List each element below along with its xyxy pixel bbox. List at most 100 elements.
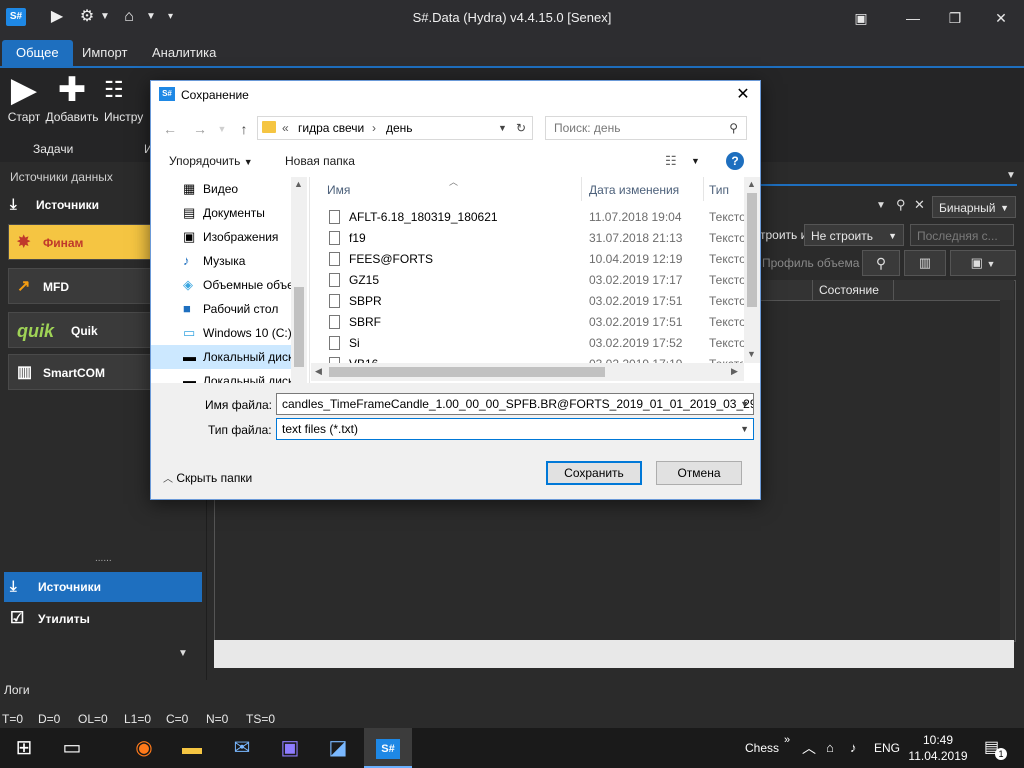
save-dropdown-button[interactable]: ▣ ▼	[950, 250, 1016, 276]
nav-scrollbar[interactable]: ▲	[291, 177, 307, 383]
scroll-left-icon[interactable]: ◀	[315, 366, 322, 377]
logs-label[interactable]: Логи	[4, 683, 30, 697]
firefox-icon[interactable]: ◉	[120, 728, 168, 768]
file-row[interactable]: SBPR 03.02.2019 17:51 Тексто	[323, 291, 746, 312]
chevron-down-icon[interactable]: ▼	[1006, 170, 1016, 181]
grid-scrollbar[interactable]	[1000, 300, 1014, 640]
file-list-hscrollbar[interactable]: ◀ ▶	[311, 363, 744, 381]
chevron-down-icon[interactable]: ▼	[178, 648, 188, 659]
column-state[interactable]: Состояние	[812, 280, 894, 300]
chevron-down-icon[interactable]: ▼	[691, 151, 700, 171]
app-icon[interactable]: ◪	[314, 728, 362, 768]
nav-item-documents[interactable]: ▤ Документы	[151, 201, 291, 225]
address-bar[interactable]: « гидра свечи › день ▼ ↻	[257, 116, 533, 140]
search-input[interactable]: Поиск: день ⚲	[545, 116, 747, 140]
back-arrow-icon[interactable]: ←	[159, 119, 181, 139]
tab-general[interactable]: Общее	[2, 40, 73, 66]
breadcrumb-part-1[interactable]: гидра свечи	[298, 117, 364, 139]
task-view-icon[interactable]: ▭	[48, 728, 96, 768]
tab-import[interactable]: Импорт	[68, 40, 141, 66]
nav-item-desktop[interactable]: ■ Рабочий стол	[151, 297, 291, 321]
chevron-down-icon[interactable]: ▼	[146, 8, 156, 26]
scroll-right-icon[interactable]: ▶	[731, 366, 738, 377]
minimize-button[interactable]: —	[898, 6, 928, 30]
home-help-icon[interactable]: ⌂	[118, 6, 140, 28]
nav-item-video[interactable]: ▦ Видео	[151, 177, 291, 201]
thunderbird-icon[interactable]: ✉	[218, 728, 266, 768]
file-list[interactable]: Имя ︿ Дата изменения Тип AFLT-6.18_18031…	[311, 177, 760, 383]
file-row[interactable]: SBRF 03.02.2019 17:51 Тексто	[323, 312, 746, 333]
chart-bars-icon[interactable]: ▥	[904, 250, 946, 276]
navigation-pane[interactable]: ▦ Видео ▤ Документы ▣ Изображения ♪ Музыка ◈…	[151, 177, 310, 383]
floppy-icon[interactable]: ▣	[266, 728, 314, 768]
build-from-select[interactable]: Не строить ▼	[804, 224, 904, 246]
breadcrumb-part-2[interactable]: день	[386, 117, 413, 139]
tray-chess[interactable]: Chess	[745, 728, 779, 768]
scroll-down-icon[interactable]: ▼	[747, 349, 756, 359]
pin-icon[interactable]: ▣	[846, 6, 876, 30]
file-row[interactable]: AFLT-6.18_180319_180621 11.07.2018 19:04 Т…	[323, 207, 746, 228]
chevron-down-icon[interactable]: ▼	[211, 119, 233, 139]
chevron-down-icon[interactable]: ▼	[498, 117, 507, 139]
restore-button[interactable]: ❐	[940, 6, 970, 30]
nav-item-3d-objects[interactable]: ◈ Объемные объекты	[151, 273, 291, 297]
nav-item-local-disk-2[interactable]: ▬ Локальный диск	[151, 369, 291, 383]
file-row[interactable]: Si 03.02.2019 17:52 Тексто	[323, 333, 746, 354]
chevrons-icon[interactable]: »	[784, 728, 790, 768]
save-button[interactable]: Сохранить	[546, 461, 642, 485]
file-list-vscrollbar[interactable]: ▲ ▼	[744, 177, 760, 363]
sidebar-nav-sources[interactable]: ⤓ Источники	[4, 572, 202, 602]
nav-item-music[interactable]: ♪ Музыка	[151, 249, 291, 273]
file-row[interactable]: GZ15 03.02.2019 17:17 Тексто	[323, 270, 746, 291]
dialog-close-button[interactable]: ✕	[731, 85, 755, 105]
gear-icon[interactable]: ⚙	[76, 6, 98, 28]
sidebar-nav-utilities[interactable]: ☑ Утилиты	[4, 604, 202, 634]
file-list-hscroll-thumb[interactable]	[329, 367, 605, 377]
column-date[interactable]: Дата изменения	[589, 183, 679, 197]
add-button[interactable]: ✚ Добавить	[44, 70, 100, 124]
scroll-up-icon[interactable]: ▲	[294, 179, 303, 189]
hydra-taskbar-button[interactable]: S#	[364, 728, 412, 768]
play-icon[interactable]: ▶	[46, 6, 68, 28]
filetype-select[interactable]: text files (*.txt) ▼	[276, 418, 754, 440]
last-select[interactable]: Последняя с...	[910, 224, 1014, 246]
nav-item-drive-c[interactable]: ▭ Windows 10 (C:)	[151, 321, 291, 345]
new-folder-button[interactable]: Новая папка	[285, 151, 355, 171]
sidebar-grip[interactable]: ......	[95, 553, 112, 564]
tab-analytics[interactable]: Аналитика	[138, 40, 230, 66]
file-row[interactable]: FEES@FORTS 10.04.2019 12:19 Тексто	[323, 249, 746, 270]
file-row[interactable]: VB16 03.02.2019 17:19 Тексто	[323, 354, 743, 363]
nav-scroll-thumb[interactable]	[294, 287, 304, 367]
hide-folders-button[interactable]: ︿ Скрыть папки	[163, 470, 252, 485]
filename-input[interactable]: candles_TimeFrameCandle_1.00_00_00_SPFB.…	[276, 393, 754, 415]
windows-start-icon[interactable]: ⊞	[0, 728, 48, 768]
chevron-down-icon[interactable]: ▼	[876, 200, 886, 211]
tray-up-arrow-icon[interactable]: ︿	[802, 728, 816, 768]
column-type[interactable]: Тип	[709, 183, 729, 197]
file-list-vscroll-thumb[interactable]	[747, 193, 757, 307]
cancel-button[interactable]: Отмена	[656, 461, 742, 485]
refresh-icon[interactable]: ↻	[516, 117, 526, 139]
network-icon[interactable]: ⌂	[826, 728, 834, 768]
chevron-down-icon[interactable]: ▼	[100, 8, 110, 26]
column-name[interactable]: Имя	[327, 183, 350, 197]
search-icon[interactable]: ⚲	[896, 197, 906, 213]
clock[interactable]: 10:49 11.04.2019	[906, 732, 970, 764]
view-options-icon[interactable]: ☷	[665, 151, 677, 171]
help-button[interactable]: ?	[726, 152, 744, 170]
organize-button[interactable]: Упорядочить ▼	[169, 151, 253, 171]
column-divider[interactable]	[581, 177, 582, 201]
nav-item-local-disk[interactable]: ▬ Локальный диск	[151, 345, 291, 369]
scroll-up-icon[interactable]: ▲	[747, 179, 756, 189]
search-button[interactable]: ⚲	[862, 250, 900, 276]
close-icon[interactable]: ✕	[914, 197, 925, 213]
column-divider[interactable]	[703, 177, 704, 201]
file-row[interactable]: f19 31.07.2018 21:13 Тексто	[323, 228, 746, 249]
file-explorer-icon[interactable]: ▬	[168, 728, 216, 768]
forward-arrow-icon[interactable]: →	[189, 119, 211, 139]
customize-toolbar-icon[interactable]: ▾	[168, 8, 173, 26]
nav-item-images[interactable]: ▣ Изображения	[151, 225, 291, 249]
up-arrow-icon[interactable]: ↑	[233, 119, 255, 139]
format-select[interactable]: Бинарный ▼	[932, 196, 1016, 218]
volume-icon[interactable]: ♪	[850, 728, 857, 768]
